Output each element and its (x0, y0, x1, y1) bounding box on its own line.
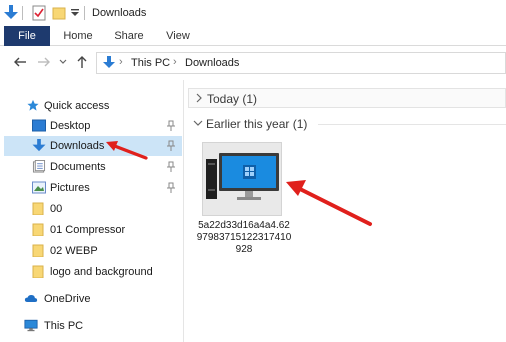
sidebar-item-downloads[interactable]: Downloads (4, 136, 182, 156)
chevron-down-icon[interactable] (193, 118, 203, 128)
group-label: Earlier this year (1) (206, 117, 308, 131)
breadcrumb-separator[interactable]: › (119, 56, 123, 68)
back-arrow-icon[interactable] (12, 54, 28, 70)
group-label: Today (1) (207, 92, 258, 106)
file-list: Today (1) Earlier this year (1) 5a22d33d… (184, 80, 506, 342)
sidebar-item-label: OneDrive (44, 293, 91, 305)
group-header-today[interactable]: Today (1) (188, 88, 506, 108)
navigation-pane: Quick access Desktop Downloads Documents… (0, 86, 184, 342)
title-separator (22, 6, 23, 20)
sidebar-item-label: Pictures (50, 182, 90, 194)
sidebar-item-label: logo and background (50, 266, 153, 278)
tab-home[interactable]: Home (58, 26, 98, 46)
chevron-right-icon[interactable] (194, 93, 204, 103)
pin-icon[interactable] (166, 161, 176, 173)
sidebar-item-this-pc[interactable]: This PC (0, 316, 178, 336)
file-thumbnail (202, 142, 282, 216)
sidebar-item-label: 02 WEBP (50, 245, 98, 257)
ribbon-tabs: File Home Share View (0, 26, 506, 46)
sidebar-item-folder-01-compressor[interactable]: 01 Compressor (4, 220, 182, 240)
sidebar-item-label: Documents (50, 161, 106, 173)
address-bar[interactable]: › This PC › Downloads (96, 52, 506, 74)
new-folder-icon[interactable] (52, 5, 66, 21)
file-name: 5a22d33d16a4a4.6297983715122317410928 (196, 220, 292, 255)
breadcrumb-separator[interactable]: › (173, 56, 177, 68)
sidebar-item-label: Quick access (44, 100, 110, 112)
pictures-icon (32, 181, 46, 194)
group-divider (318, 124, 506, 125)
file-item[interactable]: 5a22d33d16a4a4.6297983715122317410928 (197, 142, 291, 262)
tab-view[interactable]: View (158, 26, 198, 46)
pin-icon[interactable] (166, 140, 176, 152)
folder-icon (32, 202, 44, 215)
tab-file[interactable]: File (4, 26, 50, 46)
up-arrow-icon[interactable] (74, 54, 90, 70)
folder-icon (32, 244, 44, 257)
documents-icon (32, 160, 46, 173)
pin-icon[interactable] (166, 182, 176, 194)
sidebar-item-onedrive[interactable]: OneDrive (0, 289, 178, 309)
sidebar-item-folder-02-webp[interactable]: 02 WEBP (4, 241, 182, 261)
sidebar-item-folder-00[interactable]: 00 (4, 199, 182, 219)
recent-locations-chevron-icon[interactable] (58, 54, 68, 70)
window-title: Downloads (92, 7, 147, 19)
sidebar-item-quick-access[interactable]: Quick access (0, 96, 178, 116)
download-arrow-icon (103, 56, 115, 68)
computer-icon (24, 319, 38, 332)
sidebar-item-label: Desktop (50, 120, 91, 132)
pin-icon[interactable] (166, 120, 176, 132)
folder-icon (32, 265, 44, 278)
computer-thumbnail-icon (206, 153, 279, 200)
star-icon (27, 99, 39, 111)
download-arrow-icon (4, 5, 18, 19)
sidebar-item-documents[interactable]: Documents (4, 157, 182, 177)
title-separator (84, 6, 85, 20)
address-row: › This PC › Downloads (0, 46, 506, 80)
tab-share[interactable]: Share (108, 26, 150, 46)
sidebar-item-label: 01 Compressor (50, 224, 126, 236)
customize-toolbar-icon[interactable] (70, 8, 80, 18)
download-arrow-icon (32, 139, 46, 152)
sidebar-item-label: This PC (44, 320, 84, 332)
sidebar-item-label: Downloads (50, 140, 105, 152)
cloud-icon (24, 295, 38, 302)
sidebar-item-pictures[interactable]: Pictures (4, 178, 182, 198)
breadcrumb-downloads[interactable]: Downloads (185, 57, 239, 69)
desktop-folder-icon (32, 119, 46, 132)
sidebar-item-desktop[interactable]: Desktop (4, 116, 182, 136)
folder-icon (32, 223, 44, 236)
forward-arrow-icon[interactable] (36, 54, 52, 70)
sidebar-item-label: 00 (50, 203, 63, 215)
group-header-earlier-this-year[interactable]: Earlier this year (1) (188, 114, 506, 134)
properties-icon[interactable] (32, 5, 46, 21)
breadcrumb-this-pc[interactable]: This PC (131, 57, 170, 69)
sidebar-item-folder-logo-and-background[interactable]: logo and background (4, 262, 182, 282)
title-bar: Downloads (0, 0, 506, 26)
